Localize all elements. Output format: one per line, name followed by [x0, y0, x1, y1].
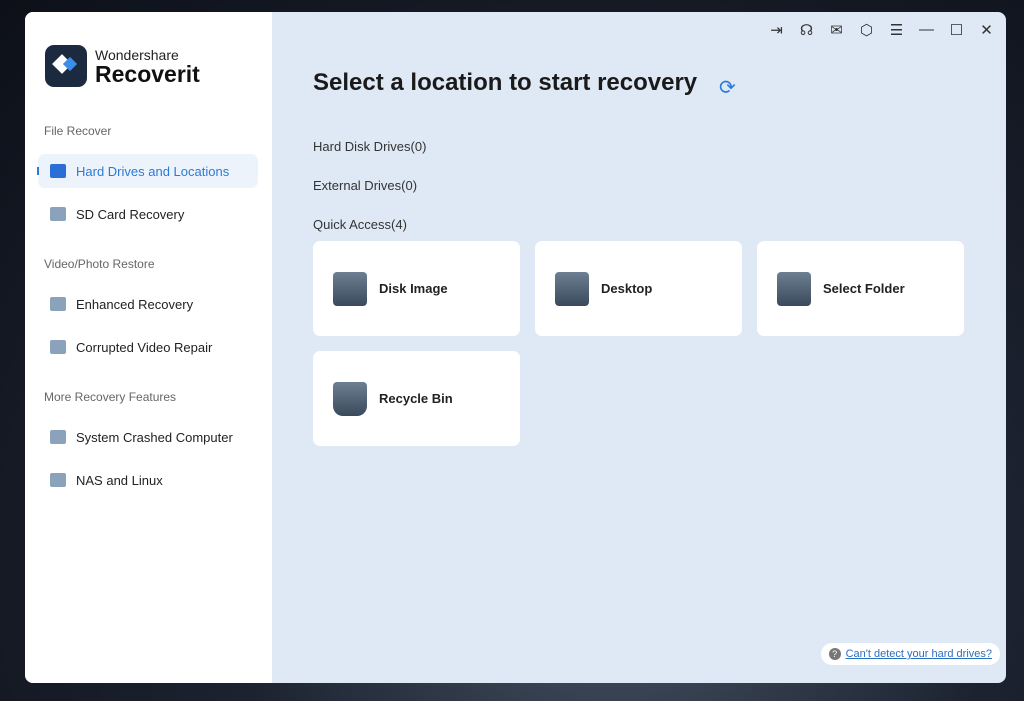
sidebar-item-label: Enhanced Recovery: [76, 296, 194, 312]
sidebar-item-label: Hard Drives and Locations: [76, 163, 230, 179]
cube-icon[interactable]: ⬡: [857, 20, 876, 39]
sidebar-item-system-crashed[interactable]: System Crashed Computer: [38, 420, 258, 454]
group-external-drives[interactable]: External Drives(0): [313, 178, 417, 193]
brand-line2: Recoverit: [95, 61, 200, 87]
card-label: Recycle Bin: [379, 391, 453, 406]
sidebar-item-sd-card[interactable]: SD Card Recovery: [38, 197, 258, 231]
help-link-box: ? Can't detect your hard drives?: [820, 643, 1000, 665]
refresh-icon[interactable]: ⟳: [719, 75, 736, 100]
sidebar-item-hard-drives[interactable]: Hard Drives and Locations: [37, 154, 258, 188]
desktop-icon: [555, 271, 589, 306]
sidebar-item-label: Corrupted Video Repair: [76, 339, 213, 355]
camera-icon: [50, 297, 66, 311]
logo: Wondershare Recoverit: [45, 45, 200, 87]
group-quick-access[interactable]: Quick Access(4): [313, 217, 407, 232]
disk-image-icon: [333, 271, 367, 306]
mail-icon[interactable]: ✉: [827, 20, 846, 39]
main-panel: ⇥ ☊ ✉ ⬡ ☰ — ☐ ✕ Select a location to sta…: [272, 12, 1006, 683]
hard-drive-icon: [50, 164, 66, 178]
folder-icon: [777, 271, 811, 306]
monitor-icon: [50, 430, 66, 444]
menu-icon[interactable]: ☰: [887, 20, 906, 39]
nas-icon: [50, 473, 66, 487]
logo-icon: [45, 45, 87, 87]
minimize-icon[interactable]: —: [917, 20, 936, 39]
headset-icon[interactable]: ☊: [797, 20, 816, 39]
sidebar-item-label: SD Card Recovery: [76, 206, 185, 222]
card-label: Disk Image: [379, 281, 448, 296]
sidebar-item-label: System Crashed Computer: [76, 429, 233, 445]
sd-card-icon: [50, 207, 66, 221]
card-label: Select Folder: [823, 281, 905, 296]
sign-in-icon[interactable]: ⇥: [767, 20, 786, 39]
card-disk-image[interactable]: Disk Image: [313, 241, 520, 336]
maximize-icon[interactable]: ☐: [947, 20, 966, 39]
section-file-recover: File Recover: [44, 124, 112, 138]
question-icon: ?: [828, 648, 841, 660]
sidebar: Wondershare Recoverit File Recover Hard D…: [25, 12, 272, 683]
video-repair-icon: [50, 340, 66, 354]
title-bar-toolbar: ⇥ ☊ ✉ ⬡ ☰ — ☐ ✕: [767, 20, 996, 39]
card-label: Desktop: [601, 281, 653, 296]
sidebar-item-label: NAS and Linux: [76, 472, 163, 488]
section-more-features: More Recovery Features: [44, 390, 177, 404]
close-icon[interactable]: ✕: [977, 20, 996, 39]
section-video-photo: Video/Photo Restore: [44, 257, 155, 271]
card-recycle-bin[interactable]: Recycle Bin: [313, 351, 520, 446]
group-hard-disk-drives[interactable]: Hard Disk Drives(0): [313, 139, 426, 154]
sidebar-item-video-repair[interactable]: Corrupted Video Repair: [38, 330, 258, 364]
card-select-folder[interactable]: Select Folder: [757, 241, 964, 336]
cant-detect-drives-link[interactable]: Can't detect your hard drives?: [846, 648, 992, 660]
sidebar-item-nas-linux[interactable]: NAS and Linux: [38, 463, 258, 497]
page-title: Select a location to start recovery: [313, 69, 698, 96]
card-desktop[interactable]: Desktop: [535, 241, 742, 336]
recycle-bin-icon: [333, 381, 367, 416]
app-window: Wondershare Recoverit File Recover Hard D…: [25, 12, 1006, 683]
sidebar-item-enhanced-recovery[interactable]: Enhanced Recovery: [38, 287, 258, 321]
